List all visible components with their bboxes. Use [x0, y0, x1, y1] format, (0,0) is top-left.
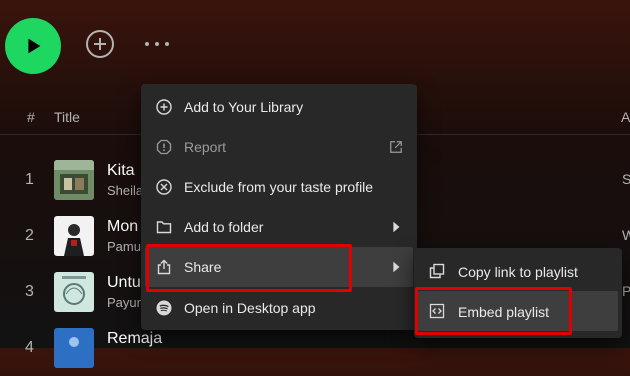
track-album[interactable]: S	[622, 171, 630, 187]
track-artist[interactable]: Sheila	[107, 183, 143, 198]
submenu-item-embed-playlist[interactable]: Embed playlist	[418, 291, 618, 331]
more-horizontal-icon	[145, 42, 169, 46]
menu-item-report[interactable]: Report	[145, 127, 413, 167]
menu-item-add-to-folder[interactable]: Add to folder	[145, 207, 413, 247]
report-icon	[156, 139, 172, 155]
folder-icon	[156, 221, 172, 234]
context-menu: Add to Your Library Report Exclude from …	[141, 84, 417, 330]
track-title[interactable]: Remaja	[107, 330, 162, 348]
play-button[interactable]	[5, 18, 61, 74]
plus-icon	[94, 38, 106, 50]
track-artist[interactable]: Payun	[107, 295, 144, 310]
menu-item-label: Open in Desktop app	[184, 300, 316, 316]
menu-item-label: Add to Your Library	[184, 99, 304, 115]
track-number: 4	[25, 339, 34, 356]
share-submenu: Copy link to playlist Embed playlist	[414, 248, 622, 338]
menu-item-exclude-taste-profile[interactable]: Exclude from your taste profile	[145, 167, 413, 207]
spotify-icon	[156, 300, 172, 316]
track-album[interactable]: W	[622, 227, 630, 243]
column-album-header[interactable]: A	[621, 109, 630, 125]
track-number: 2	[25, 227, 34, 244]
plus-circle-icon	[156, 99, 172, 115]
track-title[interactable]: Mon	[107, 218, 138, 236]
album-cover	[54, 272, 94, 312]
chevron-right-icon	[393, 221, 400, 233]
external-link-icon	[390, 141, 402, 153]
chevron-right-icon	[393, 261, 400, 273]
column-title-header[interactable]: Title	[54, 109, 80, 125]
album-cover	[54, 216, 94, 256]
play-icon	[28, 38, 41, 54]
embed-icon	[429, 303, 445, 319]
submenu-item-label: Embed playlist	[458, 304, 550, 320]
menu-item-label: Exclude from your taste profile	[184, 179, 374, 195]
track-artist[interactable]: Pamu	[107, 239, 141, 254]
menu-item-label: Report	[184, 139, 227, 155]
add-to-library-button[interactable]	[86, 30, 114, 58]
copy-icon	[429, 263, 445, 279]
submenu-item-copy-link[interactable]: Copy link to playlist	[418, 251, 618, 291]
track-album[interactable]: P	[622, 283, 630, 299]
track-number: 1	[25, 171, 34, 188]
menu-item-open-desktop-app[interactable]: Open in Desktop app	[145, 288, 413, 328]
track-title[interactable]: Kita	[107, 162, 135, 180]
track-title[interactable]: Untu	[107, 274, 141, 292]
exclude-icon	[156, 179, 172, 195]
album-cover	[54, 328, 94, 368]
menu-item-share[interactable]: Share	[145, 247, 413, 287]
more-options-button[interactable]	[143, 36, 173, 52]
submenu-item-label: Copy link to playlist	[458, 264, 578, 280]
share-icon	[157, 259, 171, 275]
column-number-header: #	[27, 109, 35, 125]
menu-item-label: Add to folder	[184, 219, 264, 235]
album-cover	[54, 160, 94, 200]
menu-item-add-to-library[interactable]: Add to Your Library	[145, 87, 413, 127]
menu-item-label: Share	[184, 259, 222, 275]
track-number: 3	[25, 283, 34, 300]
action-bar	[0, 0, 630, 95]
